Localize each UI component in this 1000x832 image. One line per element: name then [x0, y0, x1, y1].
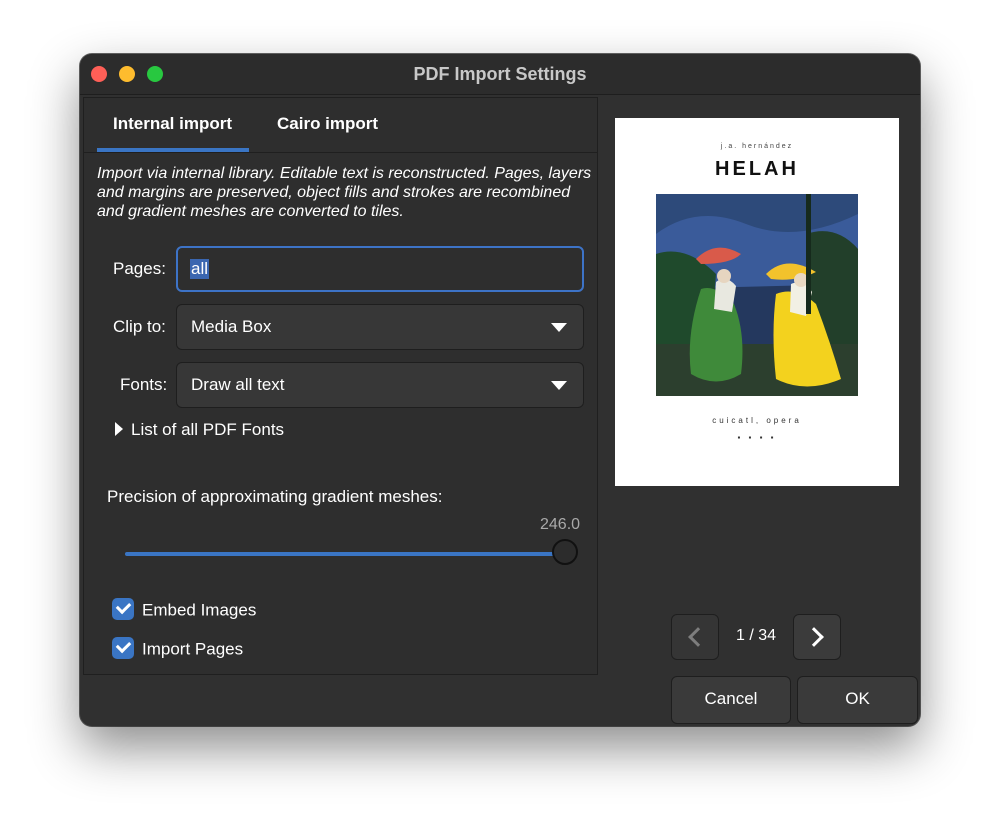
chevron-down-icon [551, 381, 567, 390]
clip-to-label: Clip to: [113, 317, 166, 336]
chevron-right-icon [804, 627, 824, 647]
import-tabs: Internal import Cairo import [84, 98, 597, 153]
embed-images-checkbox[interactable]: Embed Images [112, 598, 257, 622]
pages-input[interactable]: all [176, 246, 584, 292]
precision-value: 246.0 [540, 516, 581, 533]
embed-images-label: Embed Images [142, 600, 257, 620]
pdf-fonts-expander-label: List of all PDF Fonts [131, 420, 285, 439]
settings-panel: Internal import Cairo import Import via … [83, 97, 598, 675]
cancel-button[interactable]: Cancel [671, 676, 791, 724]
triangle-right-icon [115, 421, 123, 436]
precision-slider-handle[interactable] [552, 539, 578, 565]
chevron-down-icon [551, 323, 567, 332]
pdf-fonts-expander[interactable]: List of all PDF Fonts [115, 420, 284, 440]
fonts-label: Fonts: [120, 375, 168, 394]
preview-author: j.a. hernández [720, 143, 794, 150]
page-indicator: 1 / 34 [735, 627, 777, 644]
chevron-left-icon [688, 627, 708, 647]
page-preview: j.a. hernández HELAH cuicatl, opera ▪ ▪ … [615, 118, 899, 486]
active-tab-indicator [97, 148, 249, 152]
pdf-import-dialog: PDF Import Settings Internal import Cair… [80, 54, 920, 726]
pages-input-value: all [190, 259, 210, 279]
ok-button[interactable]: OK [797, 676, 918, 724]
cover-painting-image [656, 194, 858, 396]
previous-page-button[interactable] [671, 614, 719, 660]
preview-title: HELAH [715, 158, 799, 180]
tab-internal-import[interactable]: Internal import [113, 114, 232, 134]
preview-year: ▪ ▪ ▪ ▪ [737, 433, 777, 442]
clip-to-value: Media Box [191, 317, 272, 336]
import-description: Import via internal library. Editable te… [97, 165, 592, 220]
title-bar: PDF Import Settings [80, 54, 920, 95]
checkmark-icon [112, 598, 134, 620]
import-pages-checkbox[interactable]: Import Pages [112, 637, 244, 661]
checkmark-icon [112, 637, 134, 659]
precision-slider-track[interactable] [125, 552, 555, 556]
fonts-dropdown[interactable]: Draw all text [176, 362, 584, 408]
fonts-value: Draw all text [191, 375, 285, 394]
next-page-button[interactable] [793, 614, 841, 660]
pages-label: Pages: [113, 259, 166, 278]
precision-label: Precision of approximating gradient mesh… [107, 487, 443, 506]
clip-to-dropdown[interactable]: Media Box [176, 304, 584, 350]
preview-subtitle: cuicatl, opera [712, 416, 802, 425]
tab-cairo-import[interactable]: Cairo import [277, 114, 378, 134]
import-pages-label: Import Pages [142, 639, 244, 659]
window-title: PDF Import Settings [413, 64, 587, 84]
cover-painting-illustration [656, 194, 858, 396]
